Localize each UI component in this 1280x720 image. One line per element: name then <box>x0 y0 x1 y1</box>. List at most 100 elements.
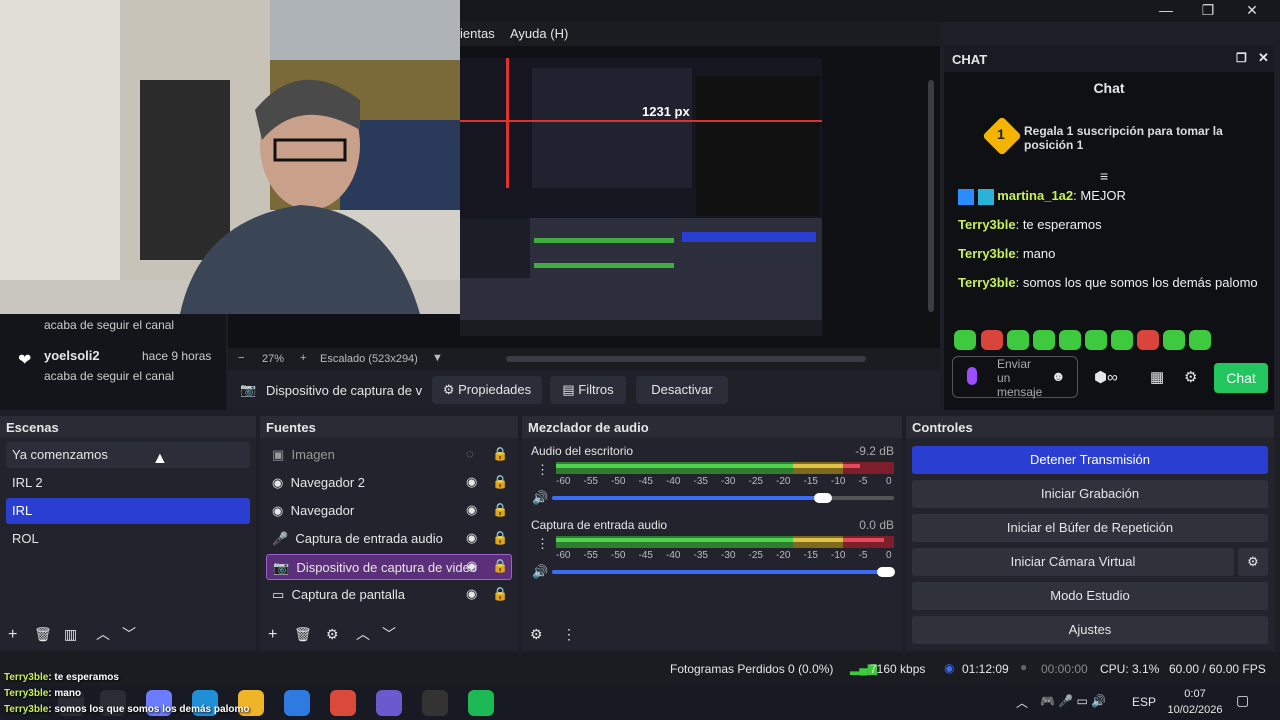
chevron-down-icon[interactable]: ▼ <box>432 352 443 364</box>
filters-button[interactable]: ▤ Filtros <box>550 376 626 404</box>
chat-send-button[interactable]: Chat <box>1214 363 1268 393</box>
trash-icon[interactable]: 🗑 <box>34 626 52 643</box>
eye-icon[interactable]: ◉ <box>466 558 477 574</box>
notification-icon[interactable]: ▢ <box>1236 692 1249 709</box>
trash-icon[interactable]: 🗑 <box>294 626 312 643</box>
preview-scrollbar[interactable] <box>928 80 934 312</box>
lock-icon[interactable]: 🔒 <box>492 474 508 490</box>
emote-icon[interactable] <box>1085 330 1107 350</box>
chat-username[interactable]: Terry3ble <box>958 217 1016 232</box>
chat-username[interactable]: martina_1a2 <box>997 188 1073 203</box>
chevron-up-icon[interactable]: ︿ <box>356 624 370 644</box>
audio-level-meter <box>556 462 894 474</box>
properties-label: Propiedades <box>458 382 532 397</box>
chevron-down-icon[interactable]: ﹀ <box>382 624 396 644</box>
scene-item[interactable]: IRL 2 <box>6 470 250 496</box>
scene-item-selected[interactable]: IRL <box>6 498 250 524</box>
eye-icon[interactable]: ◉ <box>466 502 477 518</box>
chat-username[interactable]: Terry3ble <box>958 246 1016 261</box>
stop-streaming-button[interactable]: Detener Transmisión <box>912 446 1268 474</box>
meter-tick-label: -55 <box>583 476 598 487</box>
source-item[interactable]: ▣ Imagen <box>266 442 512 468</box>
emote-icon[interactable] <box>954 330 976 350</box>
settings-icon[interactable]: ⚙ <box>1184 368 1197 386</box>
scene-item[interactable]: ROL <box>6 526 250 552</box>
emote-icon[interactable] <box>1111 330 1133 350</box>
discord-icon[interactable] <box>376 690 402 716</box>
close-icon[interactable]: ✕ <box>1232 0 1272 22</box>
maximize-icon[interactable]: ❐ <box>1188 0 1228 22</box>
volume-knob[interactable] <box>876 567 895 577</box>
preview-h-scrollbar[interactable] <box>506 356 866 362</box>
studio-mode-button[interactable]: Modo Estudio <box>912 582 1268 610</box>
zoom-in-icon[interactable]: + <box>300 352 306 364</box>
chat-input[interactable]: Enviar un mensaje ☻ <box>952 356 1078 399</box>
deactivate-button[interactable]: Desactivar <box>636 376 728 404</box>
collapse-icon[interactable]: ≡ <box>1100 168 1108 184</box>
scene-item[interactable]: Ya comenzamos <box>6 442 250 468</box>
emote-icon[interactable] <box>981 330 1003 350</box>
chevron-down-icon[interactable]: ﹀ <box>122 624 136 644</box>
start-recording-button[interactable]: Iniciar Grabación <box>912 480 1268 508</box>
emoji-icon[interactable]: ☻ <box>1051 368 1066 384</box>
emote-icon[interactable] <box>1137 330 1159 350</box>
lock-icon[interactable]: 🔒 <box>492 502 508 518</box>
scale-label: Escalado (523x294) <box>320 353 418 365</box>
clock-time[interactable]: 0:07 <box>1166 688 1224 700</box>
eye-icon[interactable]: ◉ <box>466 530 477 546</box>
emote-icon[interactable] <box>1033 330 1055 350</box>
store-icon[interactable] <box>284 690 310 716</box>
chat-username[interactable]: Terry3ble <box>958 275 1016 290</box>
obs-icon[interactable] <box>422 690 448 716</box>
lock-icon[interactable]: 🔒 <box>492 446 508 462</box>
gift-sub-text[interactable]: Regala 1 suscripción para tomar la posic… <box>1024 124 1224 152</box>
eye-icon[interactable]: ◉ <box>466 474 477 490</box>
chrome-icon[interactable] <box>330 690 356 716</box>
chevron-up-icon[interactable]: ︿ <box>96 624 110 644</box>
eye-icon[interactable]: ◉ <box>466 586 477 602</box>
emote-icon[interactable] <box>1059 330 1081 350</box>
store-icon[interactable]: ▦ <box>1150 368 1164 386</box>
lock-icon[interactable]: 🔒 <box>492 558 508 574</box>
properties-button[interactable]: ⚙ Propiedades <box>432 376 542 404</box>
mic-icon[interactable] <box>967 367 977 385</box>
lock-icon[interactable]: 🔒 <box>492 586 508 602</box>
source-label: Captura de entrada audio <box>295 531 443 546</box>
menu-help[interactable]: Ayuda (H) <box>510 26 568 41</box>
filter-icon[interactable]: ▥ <box>64 626 77 643</box>
minimize-icon[interactable]: — <box>1146 0 1186 22</box>
speaker-icon[interactable]: 🔊 <box>532 564 548 580</box>
emote-icon[interactable] <box>1163 330 1185 350</box>
gear-icon[interactable]: ⚙ <box>326 626 339 643</box>
menu-tools[interactable]: ientas <box>460 26 495 41</box>
track-name: Audio del escritorio <box>531 444 634 458</box>
emote-icon[interactable] <box>1189 330 1211 350</box>
emote-icon[interactable] <box>1007 330 1029 350</box>
add-icon[interactable]: + <box>8 626 17 644</box>
advanced-audio-icon[interactable]: ⚙ <box>530 626 543 643</box>
lock-icon[interactable]: 🔒 <box>492 530 508 546</box>
more-icon[interactable]: ⋮ <box>536 462 549 478</box>
zoom-out-icon[interactable]: − <box>238 352 244 364</box>
visibility-off-icon[interactable]: ◌ <box>466 446 474 461</box>
undock-icon[interactable]: ❐ <box>1236 51 1247 65</box>
clock-date[interactable]: 10/02/2026 <box>1162 704 1228 716</box>
source-label: Navegador <box>290 503 355 518</box>
replay-buffer-button[interactable]: Iniciar el Búfer de Repetición <box>912 514 1268 542</box>
bitrate: 7160 kbps <box>870 662 926 676</box>
close-icon[interactable]: ✕ <box>1258 50 1269 66</box>
spotify-icon[interactable] <box>468 690 494 716</box>
bits-icon[interactable]: ⬢∞ <box>1094 368 1118 386</box>
language-indicator[interactable]: ESP <box>1132 695 1156 709</box>
meter-tick-label: -25 <box>748 476 763 487</box>
volume-knob[interactable] <box>813 493 832 503</box>
chevron-up-icon[interactable]: ︿ <box>1016 694 1028 711</box>
gear-icon[interactable]: ⚙ <box>1238 548 1268 576</box>
virtual-camera-button[interactable]: Iniciar Cámara Virtual <box>912 548 1234 576</box>
settings-button[interactable]: Ajustes <box>912 616 1268 644</box>
add-icon[interactable]: + <box>268 626 277 644</box>
tray-icons[interactable]: 🎮 🎤 ▭ 🔊 <box>1040 694 1106 708</box>
more-icon[interactable]: ⋮ <box>562 626 576 643</box>
more-icon[interactable]: ⋮ <box>536 536 549 552</box>
speaker-icon[interactable]: 🔊 <box>532 490 548 506</box>
